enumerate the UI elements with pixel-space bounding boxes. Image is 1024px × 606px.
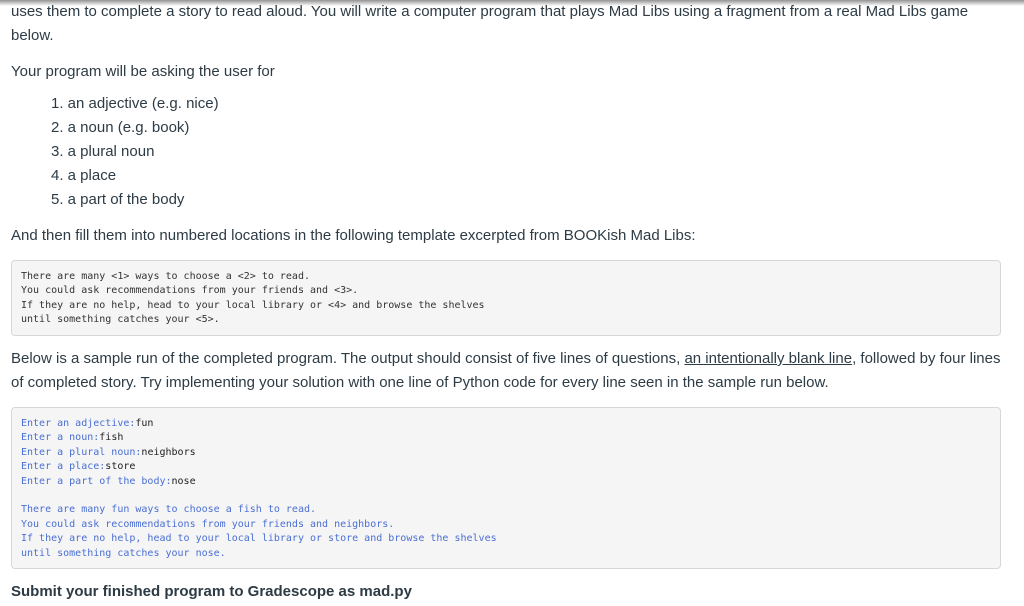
prompt-text: Enter a place: (21, 461, 106, 473)
story-line: If they are no help, head to your local … (21, 533, 497, 545)
intro-paragraph: uses them to complete a story to read al… (11, 3, 969, 44)
sample-paragraph: Below is a sample run of the completed p… (11, 347, 1001, 395)
blank-line-link[interactable]: an intentionally blank line (684, 350, 852, 367)
prompt-line: Enter a noun:fish (21, 432, 123, 443)
template-line: until something catches your <5>. (21, 314, 220, 326)
prompt-text: Enter a noun: (21, 432, 100, 444)
prompt-line: Enter a place:store (21, 461, 135, 472)
prompt-text: Enter a plural noun: (21, 446, 142, 458)
user-input: fun (135, 418, 154, 429)
prompt-text: Enter a part of the body: (21, 475, 172, 487)
story-line: There are many fun ways to choose a fish… (21, 504, 317, 516)
user-input: fish (99, 432, 124, 444)
template-line: You could ask recommendations from your … (21, 285, 359, 297)
user-input: store (105, 461, 136, 473)
list-item: 4. a place (51, 167, 117, 184)
prompt-line: Enter a plural noun:neighbors (21, 447, 196, 458)
list-item: 3. a plural noun (51, 143, 155, 160)
sample-text-before: Below is a sample run of the completed p… (11, 350, 685, 367)
list-item: 2. a noun (e.g. book) (51, 119, 190, 136)
list-item: 1. an adjective (e.g. nice) (51, 95, 219, 112)
story-line: You could ask recommendations from your … (21, 518, 395, 530)
template-line: If they are no help, head to your local … (21, 299, 485, 311)
ask-paragraph: Your program will be asking the user for (11, 63, 275, 80)
input-list: 1. an adjective (e.g. nice) 2. a noun (e… (11, 92, 219, 212)
user-input: neighbors (141, 446, 196, 458)
template-line: There are many <1> ways to choose a <2> … (21, 271, 310, 282)
template-code-block: There are many <1> ways to choose a <2> … (11, 260, 1001, 336)
prompt-text: Enter an adjective: (21, 418, 136, 429)
story-line: until something catches your nose. (21, 547, 226, 559)
sample-run-code-block: Enter an adjective:fun Enter a noun:fish… (11, 407, 1001, 569)
prompt-line: Enter an adjective:fun (21, 418, 153, 429)
list-item: 5. a part of the body (51, 191, 185, 208)
prompt-line: Enter a part of the body:nose (21, 476, 196, 487)
submit-instruction: Submit your finished program to Gradesco… (11, 583, 412, 600)
user-input: nose (171, 475, 196, 487)
fill-paragraph: And then fill them into numbered locatio… (11, 227, 696, 244)
